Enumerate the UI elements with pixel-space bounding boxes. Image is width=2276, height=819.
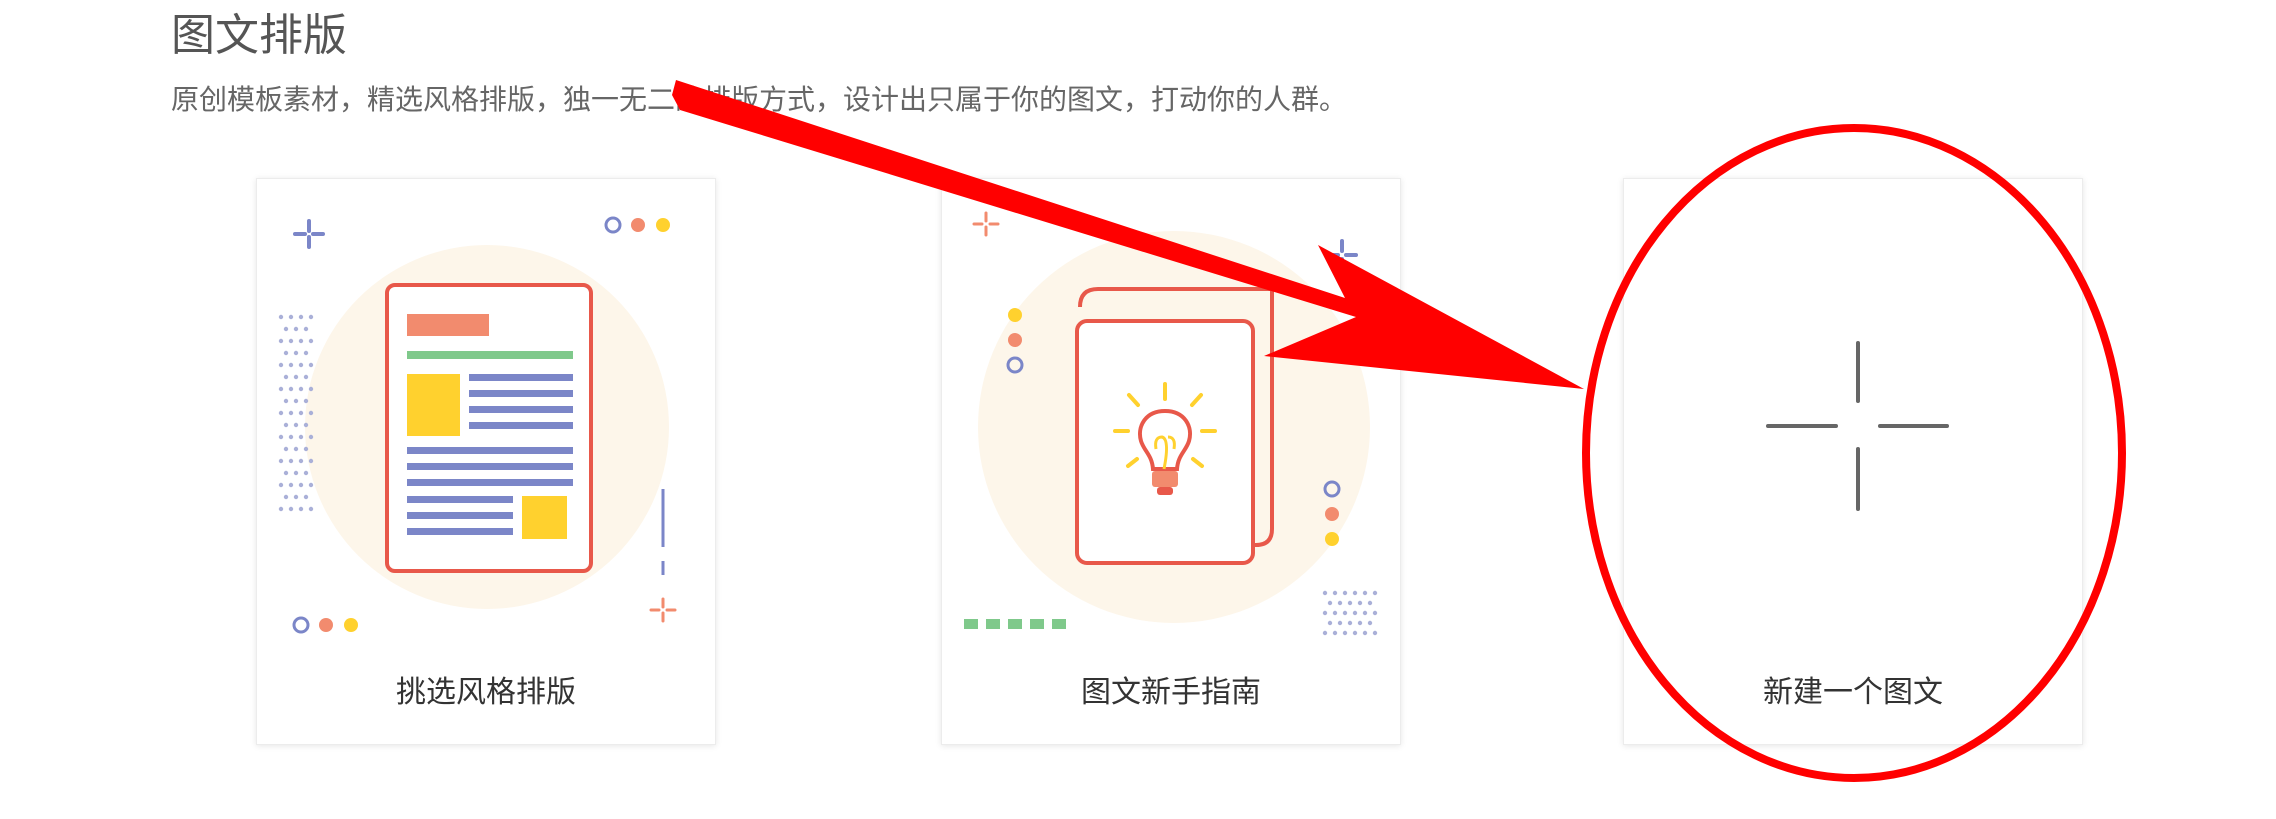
beginner-guide-card[interactable]: 图文新手指南 (941, 178, 1401, 745)
plus-icon (1766, 341, 1949, 511)
create-new-label: 新建一个图文 (1763, 675, 1943, 710)
beginner-guide-label: 图文新手指南 (1081, 675, 1261, 710)
choose-style-layout-label: 挑选风格排版 (396, 675, 576, 710)
page-title: 图文排版 (171, 10, 347, 61)
page-subtitle: 原创模板素材，精选风格排版，独一无二的排版方式，设计出只属于你的图文，打动你的人… (171, 83, 1348, 116)
choose-style-layout-card[interactable]: 挑选风格排版 (256, 178, 716, 745)
document-template-icon (278, 216, 677, 634)
create-new-card[interactable]: 新建一个图文 (1623, 178, 2083, 745)
lightbulb-book-icon (964, 211, 1378, 636)
